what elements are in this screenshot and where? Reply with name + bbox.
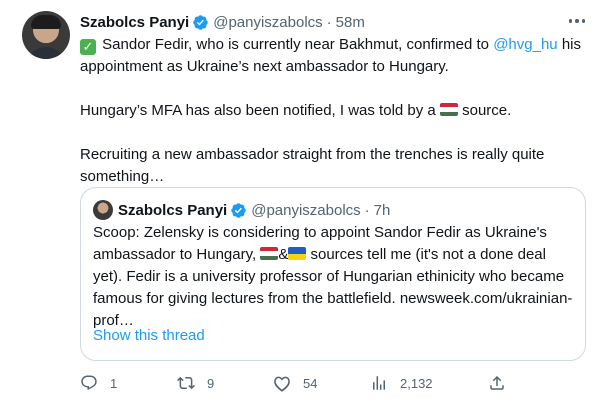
views-button[interactable]: 2,132 xyxy=(370,372,433,394)
tweet-header: Szabolcs Panyi @panyiszabolcs · 58m xyxy=(80,12,365,32)
retweet-button[interactable]: 9 xyxy=(177,372,214,394)
verified-badge-icon xyxy=(231,202,246,218)
hungary-flag-icon xyxy=(260,247,279,260)
tweet-paragraph-3: Recruiting a new ambassador straight fro… xyxy=(80,146,545,185)
retweet-count: 9 xyxy=(207,375,215,391)
views-icon xyxy=(373,376,385,390)
quoted-text: Scoop: Zelensky is considering to appoin… xyxy=(93,222,575,332)
quoted-author-name: Szabolcs Panyi xyxy=(118,201,228,219)
avatar-shirt xyxy=(26,47,66,59)
reply-icon xyxy=(81,375,97,391)
verified-badge-icon xyxy=(193,14,208,30)
tweet-text-para2: Hungary’s MFA has also been notified, I … xyxy=(80,102,440,119)
tweet-text-para2-cont: source. xyxy=(457,102,512,119)
like-count: 54 xyxy=(303,375,318,391)
quoted-tweet[interactable]: Szabolcs Panyi @panyiszabolcs · 7h Scoop… xyxy=(80,187,586,361)
like-icon xyxy=(274,376,290,392)
views-count: 2,132 xyxy=(400,375,433,391)
more-icon[interactable] xyxy=(566,10,588,32)
quoted-avatar xyxy=(93,200,113,220)
show-thread-link[interactable]: Show this thread xyxy=(93,327,205,344)
tweet-paragraph-2: Hungary’s MFA has also been notified, I … xyxy=(80,100,585,122)
action-bar: 1 9 54 2,132 xyxy=(80,372,520,394)
tweet[interactable]: Szabolcs Panyi @panyiszabolcs · 58m ✓ Sa… xyxy=(0,0,599,413)
separator-dot: · xyxy=(364,201,370,219)
more-dot xyxy=(568,19,573,23)
more-dot xyxy=(581,19,586,23)
ukraine-flag-icon xyxy=(288,247,307,260)
reply-count: 1 xyxy=(110,375,118,391)
reply-button[interactable]: 1 xyxy=(80,372,117,394)
hungary-flag-icon xyxy=(439,103,458,116)
avatar[interactable] xyxy=(22,11,70,59)
separator-dot: · xyxy=(326,13,332,31)
like-button[interactable]: 54 xyxy=(273,372,317,394)
mention-link[interactable]: @hvg_hu xyxy=(493,36,557,53)
share-button[interactable] xyxy=(488,372,506,394)
quoted-timestamp: 7h xyxy=(373,201,391,219)
tweet-text: ✓ Sandor Fedir, who is currently near Ba… xyxy=(80,34,585,188)
author-handle[interactable]: @panyiszabolcs xyxy=(213,14,322,31)
tweet-text-line1: Sandor Fedir, who is currently near Bakh… xyxy=(102,36,494,53)
quoted-author-handle: @panyiszabolcs xyxy=(251,201,361,219)
timestamp[interactable]: 58m xyxy=(336,14,365,31)
more-dot xyxy=(575,19,579,23)
avatar-hair xyxy=(31,15,61,29)
quoted-header: Szabolcs Panyi @panyiszabolcs · 7h xyxy=(118,200,390,220)
tweet-paragraph-1: ✓ Sandor Fedir, who is currently near Ba… xyxy=(80,34,585,78)
retweet-icon xyxy=(177,376,195,390)
share-icon xyxy=(490,375,504,390)
author-name[interactable]: Szabolcs Panyi xyxy=(80,14,189,31)
check-mark-icon: ✓ xyxy=(80,39,96,55)
quoted-ampersand: & xyxy=(278,246,289,263)
